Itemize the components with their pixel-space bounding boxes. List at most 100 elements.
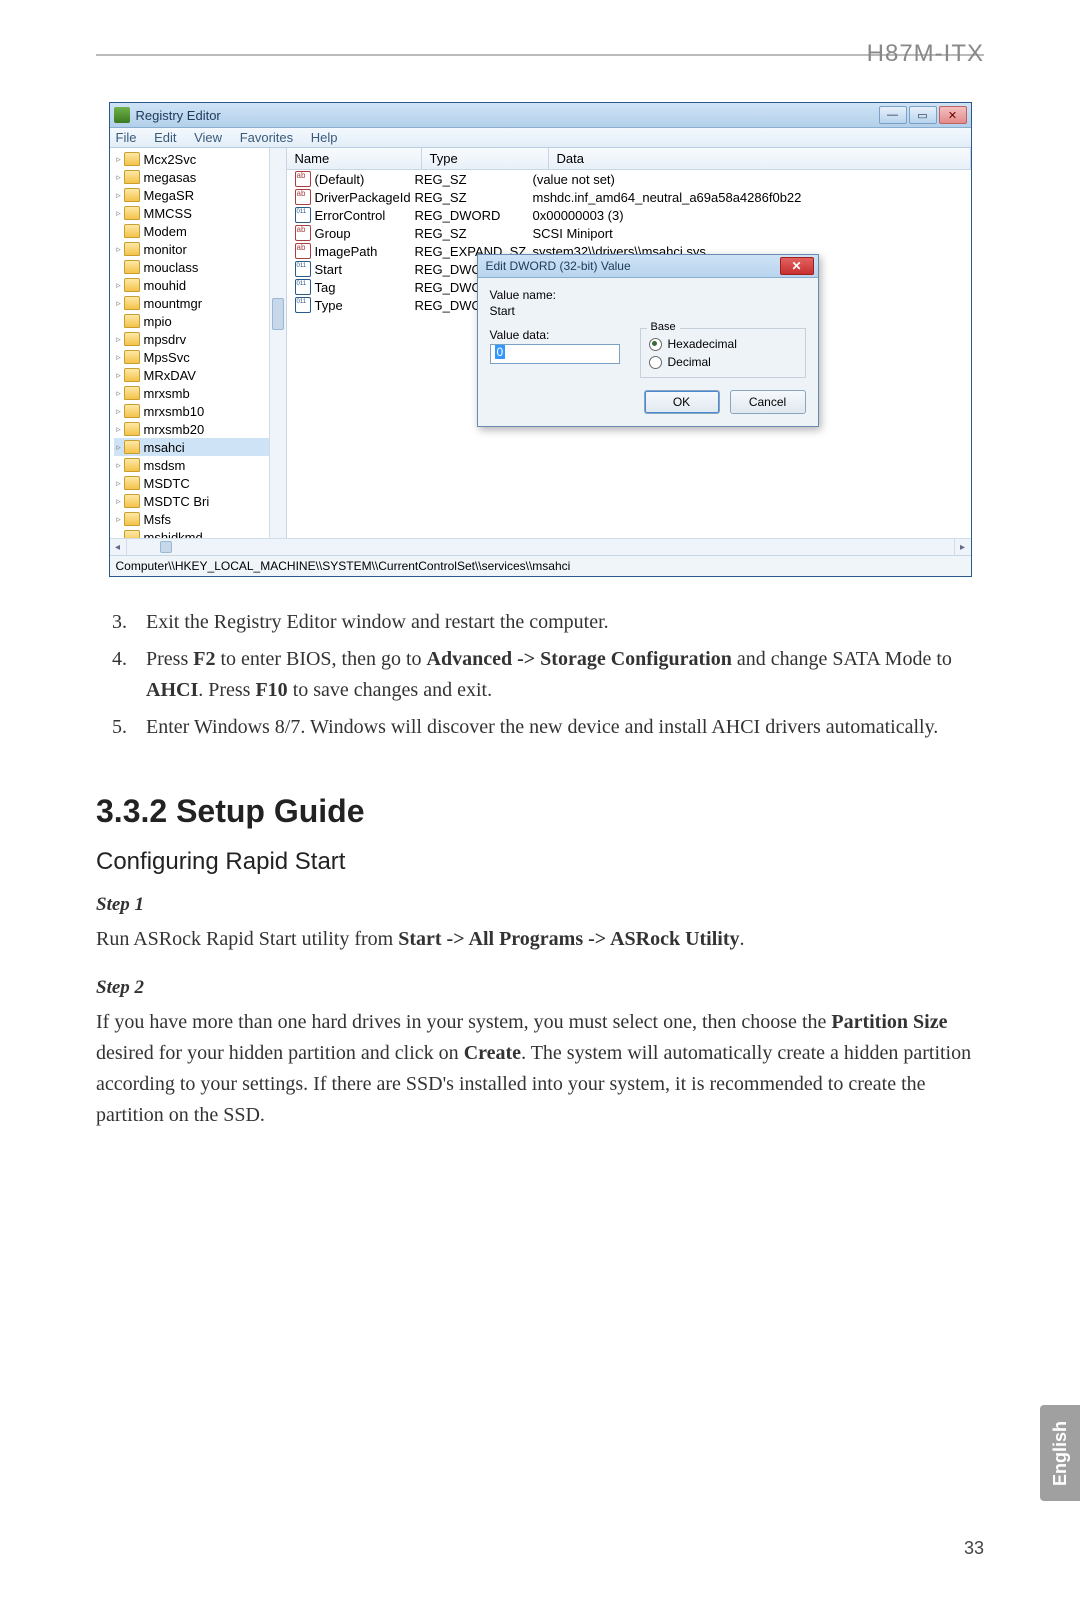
value-row[interactable]: DriverPackageIdREG_SZmshdc.inf_amd64_neu… xyxy=(287,188,971,206)
value-row[interactable]: (Default)REG_SZ(value not set) xyxy=(287,170,971,188)
dialog-title: Edit DWORD (32-bit) Value xyxy=(482,259,780,273)
close-button[interactable]: ✕ xyxy=(939,106,967,124)
tree-item-megasr[interactable]: ▹MegaSR xyxy=(114,186,284,204)
tree-item-mpsdrv[interactable]: ▹mpsdrv xyxy=(114,330,284,348)
value-data-input[interactable]: 0 xyxy=(490,344,620,364)
menu-favorites[interactable]: Favorites xyxy=(240,130,293,145)
tree-item-mrxdav[interactable]: ▹MRxDAV xyxy=(114,366,284,384)
tree-item-label: MSDTC xyxy=(144,476,190,491)
tree-item-mmcss[interactable]: ▹MMCSS xyxy=(114,204,284,222)
tree-item-label: MSDTC Bri xyxy=(144,494,210,509)
tree-item-mouclass[interactable]: mouclass xyxy=(114,258,284,276)
menu-help[interactable]: Help xyxy=(311,130,338,145)
tree-item-label: Mcx2Svc xyxy=(144,152,197,167)
column-name[interactable]: Name xyxy=(287,148,422,169)
tree-item-monitor[interactable]: ▹monitor xyxy=(114,240,284,258)
tree-item-mrxsmb20[interactable]: ▹mrxsmb20 xyxy=(114,420,284,438)
folder-icon xyxy=(124,458,140,472)
tree-item-label: MMCSS xyxy=(144,206,192,221)
value-type: REG_DWORD xyxy=(415,208,533,223)
tree-item-mountmgr[interactable]: ▹mountmgr xyxy=(114,294,284,312)
value-name: ImagePath xyxy=(315,244,415,259)
tree-item-msdtc[interactable]: ▹MSDTC xyxy=(114,474,284,492)
step1-body: Run ASRock Rapid Start utility from Star… xyxy=(96,924,984,955)
folder-icon xyxy=(124,494,140,508)
tree-item-label: megasas xyxy=(144,170,197,185)
edit-dword-dialog: Edit DWORD (32-bit) Value ✕ Value name: … xyxy=(477,254,819,427)
tree-item-mpio[interactable]: mpio xyxy=(114,312,284,330)
value-name: DriverPackageId xyxy=(315,190,415,205)
step1-label: Step 1 xyxy=(96,894,984,916)
tree-item-label: mouclass xyxy=(144,260,199,275)
expand-arrow-icon: ▹ xyxy=(114,370,124,381)
folder-icon xyxy=(124,242,140,256)
tree-item-msdtc bri[interactable]: ▹MSDTC Bri xyxy=(114,492,284,510)
folder-icon xyxy=(124,350,140,364)
expand-arrow-icon: ▹ xyxy=(114,442,124,453)
value-data: (value not set) xyxy=(533,172,971,187)
menu-view[interactable]: View xyxy=(194,130,222,145)
tree-item-label: Modem xyxy=(144,224,187,239)
menu-edit[interactable]: Edit xyxy=(154,130,176,145)
tree-item-mrxsmb[interactable]: ▹ mrxsmb xyxy=(114,384,284,402)
tree-horizontal-scrollbar[interactable]: ◂ ▸ xyxy=(110,538,971,555)
tree-item-mshidkmd[interactable]: mshidkmd xyxy=(114,528,284,538)
value-data-label: Value data: xyxy=(490,328,620,342)
registry-editor-window: Registry Editor — ▭ ✕ File Edit View Fav… xyxy=(109,102,972,577)
expand-arrow-icon: ▹ xyxy=(114,298,124,309)
dialog-close-button[interactable]: ✕ xyxy=(780,257,814,275)
column-data[interactable]: Data xyxy=(549,148,971,169)
value-type-icon xyxy=(295,243,311,259)
menu-bar: File Edit View Favorites Help xyxy=(110,128,971,148)
value-row[interactable]: GroupREG_SZSCSI Miniport xyxy=(287,224,971,242)
ok-button[interactable]: OK xyxy=(644,390,720,414)
folder-icon xyxy=(124,530,140,538)
expand-arrow-icon: ▹ xyxy=(114,406,124,417)
section-heading: 3.3.2 Setup Guide xyxy=(96,793,984,830)
tree-item-label: MegaSR xyxy=(144,188,195,203)
column-type[interactable]: Type xyxy=(422,148,549,169)
expand-arrow-icon: ▹ xyxy=(114,154,124,165)
tree-vertical-scrollbar[interactable] xyxy=(269,148,286,538)
folder-icon xyxy=(124,170,140,184)
value-name: Group xyxy=(315,226,415,241)
status-bar: Computer\\HKEY_LOCAL_MACHINE\\SYSTEM\\Cu… xyxy=(110,555,971,576)
base-groupbox: Base Hexadecimal Decimal xyxy=(640,328,806,378)
value-name-label: Value name: xyxy=(490,288,806,302)
radio-hexadecimal[interactable]: Hexadecimal xyxy=(649,337,797,351)
tree-item-label: msdsm xyxy=(144,458,186,473)
expand-arrow-icon: ▹ xyxy=(114,460,124,471)
tree-item-mrxsmb10[interactable]: ▹mrxsmb10 xyxy=(114,402,284,420)
expand-arrow-icon: ▹ xyxy=(114,514,124,525)
tree-item-mcx2svc[interactable]: ▹ Mcx2Svc xyxy=(114,150,284,168)
cancel-button[interactable]: Cancel xyxy=(730,390,806,414)
minimize-button[interactable]: — xyxy=(879,106,907,124)
value-data: SCSI Miniport xyxy=(533,226,971,241)
tree-item-label: mrxsmb20 xyxy=(144,422,205,437)
list-item: Exit the Registry Editor window and rest… xyxy=(132,607,984,638)
window-titlebar: Registry Editor — ▭ ✕ xyxy=(110,103,971,128)
tree-item-modem[interactable]: Modem xyxy=(114,222,284,240)
tree-item-megasas[interactable]: ▹megasas xyxy=(114,168,284,186)
value-row[interactable]: ErrorControlREG_DWORD0x00000003 (3) xyxy=(287,206,971,224)
tree-item-mpssvc[interactable]: ▹MpsSvc xyxy=(114,348,284,366)
value-type: REG_SZ xyxy=(415,172,533,187)
value-data: 0x00000003 (3) xyxy=(533,208,971,223)
value-data: mshdc.inf_amd64_neutral_a69a58a4286f0b22 xyxy=(533,190,971,205)
tree-item-label: mrxsmb xyxy=(144,386,190,401)
menu-file[interactable]: File xyxy=(116,130,137,145)
tree-item-mouhid[interactable]: ▹mouhid xyxy=(114,276,284,294)
tree-item-label: mpsdrv xyxy=(144,332,187,347)
tree-item-msdsm[interactable]: ▹ msdsm xyxy=(114,456,284,474)
tree-item-msahci[interactable]: ▹msahci xyxy=(114,438,284,456)
registry-values-pane: Name Type Data (Default)REG_SZ(value not… xyxy=(287,148,971,538)
value-name: Type xyxy=(315,298,415,313)
radio-decimal[interactable]: Decimal xyxy=(649,355,797,369)
step2-label: Step 2 xyxy=(96,977,984,999)
tree-item-msfs[interactable]: ▹Msfs xyxy=(114,510,284,528)
expand-arrow-icon: ▹ xyxy=(114,388,124,399)
step2-body: If you have more than one hard drives in… xyxy=(96,1007,984,1131)
value-type-icon xyxy=(295,171,311,187)
maximize-button[interactable]: ▭ xyxy=(909,106,937,124)
value-type-icon xyxy=(295,207,311,223)
